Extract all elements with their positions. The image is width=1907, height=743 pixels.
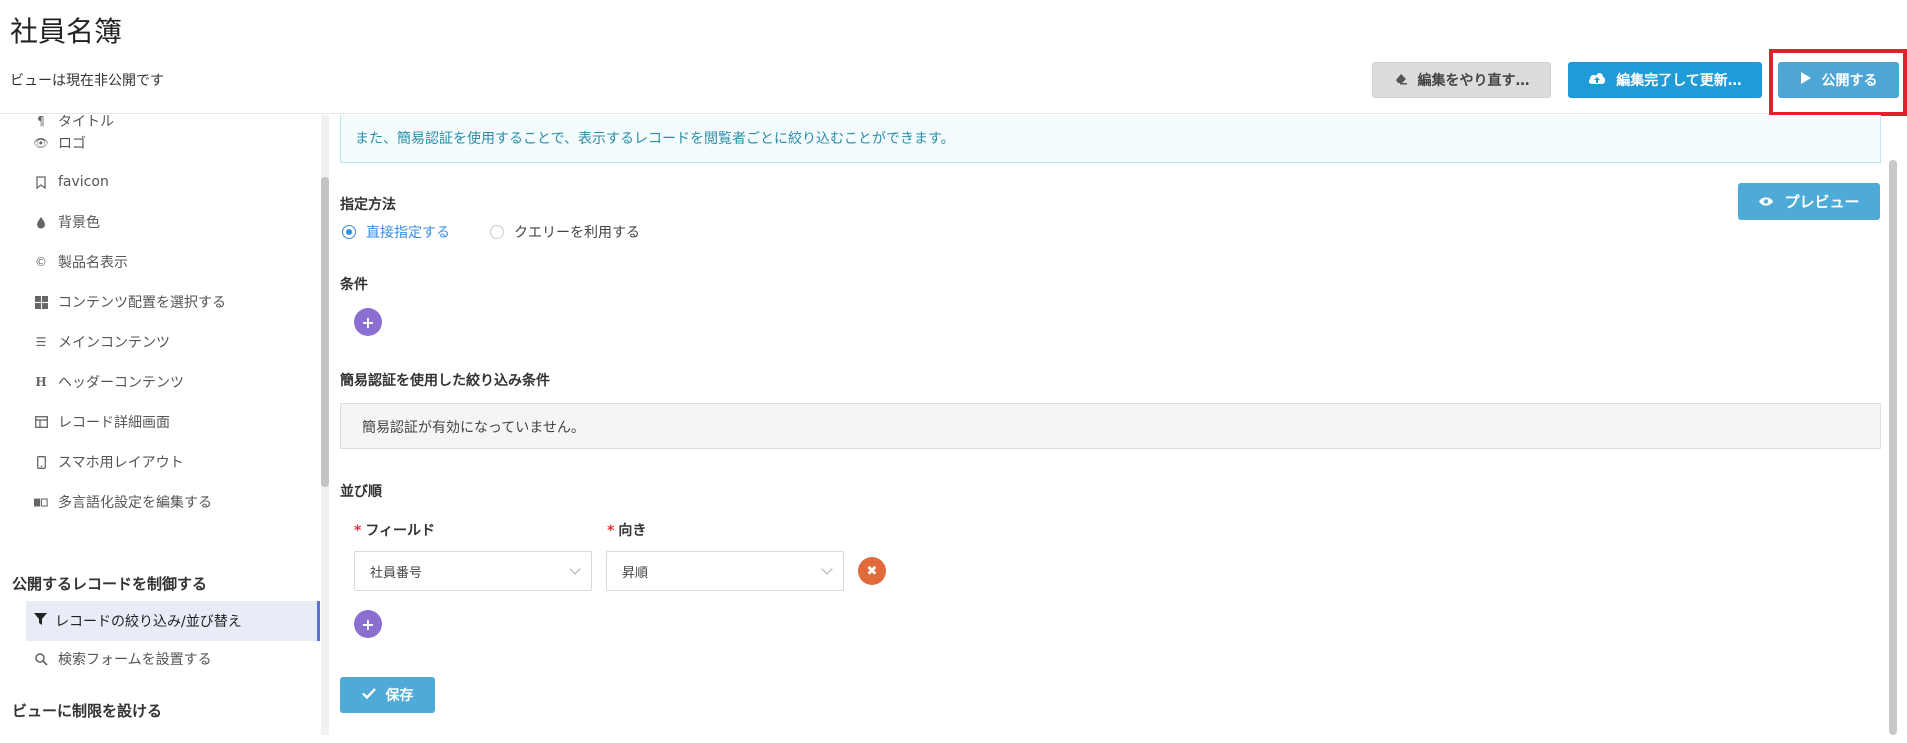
paragraph-icon: ¶	[37, 115, 45, 128]
mobile-icon	[34, 455, 48, 469]
list-icon: ☰	[35, 335, 47, 349]
sidebar-item-logo[interactable]: 👁 ロゴ	[33, 131, 86, 155]
eye-icon	[1758, 193, 1774, 211]
sidebar-item-product-name[interactable]: © 製品名表示	[34, 250, 128, 274]
sidebar-scroll-thumb[interactable]	[321, 177, 329, 487]
radio-direct-label[interactable]: 直接指定する	[366, 222, 450, 242]
copyright-icon: ©	[35, 255, 47, 269]
eye-icon: 👁	[33, 136, 49, 150]
auth-filter-label: 簡易認証を使用した絞り込み条件	[340, 373, 550, 389]
redo-edit-label: 編集をやり直す…	[1417, 73, 1530, 89]
check-icon	[361, 687, 376, 703]
sidebar-item-header-content[interactable]: H ヘッダーコンテンツ	[34, 370, 184, 394]
method-label: 指定方法	[340, 197, 396, 213]
highlight-box	[1769, 49, 1907, 116]
drop-icon	[34, 215, 48, 229]
sort-direction-select[interactable]: 昇順	[606, 551, 844, 591]
page-title: 社員名簿	[10, 15, 123, 48]
sidebar-scrollbar[interactable]	[321, 115, 329, 735]
add-sort-button[interactable]: +	[354, 610, 382, 638]
eraser-icon	[1394, 71, 1408, 89]
sidebar-item-multilingual[interactable]: 多言語化設定を編集する	[34, 490, 212, 514]
save-label: 保存	[385, 688, 414, 704]
sort-field-value: 社員番号	[370, 565, 423, 581]
sidebar-item-mobile-layout[interactable]: スマホ用レイアウト	[34, 450, 184, 474]
remove-sort-button[interactable]: ✖	[858, 557, 886, 585]
preview-button[interactable]: プレビュー	[1738, 183, 1880, 220]
main-scrollbar[interactable]	[1889, 160, 1897, 735]
finish-and-update-label: 編集完了して更新…	[1616, 73, 1742, 89]
required-mark: *	[354, 523, 362, 539]
bookmark-icon	[34, 175, 48, 189]
visibility-status: ビューは現在非公開です	[10, 73, 164, 89]
preview-label: プレビュー	[1784, 193, 1860, 211]
chevron-down-icon	[821, 563, 833, 575]
finish-and-update-button[interactable]: 編集完了して更新…	[1568, 62, 1762, 98]
sort-field-select[interactable]: 社員番号	[354, 551, 592, 591]
radio-query[interactable]	[490, 225, 504, 239]
method-radio-group: 直接指定する クエリーを利用する	[342, 222, 640, 242]
main-content: また、簡易認証を使用することで、表示するレコードを閲覧者ごとに絞り込むことができ…	[340, 115, 1885, 743]
sort-direction-value: 昇順	[622, 565, 649, 581]
sidebar-item-favicon[interactable]: favicon	[34, 170, 109, 194]
cloud-upload-icon	[1588, 71, 1606, 89]
section-restrict-view: ビューに制限を設ける	[12, 702, 163, 720]
section-publish-records: 公開するレコードを制御する	[12, 575, 208, 593]
radio-query-label[interactable]: クエリーを利用する	[514, 222, 640, 242]
condition-label: 条件	[340, 277, 368, 293]
filter-icon	[34, 612, 47, 630]
info-box: また、簡易認証を使用することで、表示するレコードを閲覧者ごとに絞り込むことができ…	[340, 115, 1881, 163]
required-mark: *	[607, 523, 615, 539]
radio-direct[interactable]	[342, 225, 356, 239]
language-icon	[34, 495, 48, 509]
field-label: * フィールド	[354, 523, 436, 539]
header: 社員名簿 ビューは現在非公開です 編集をやり直す… 編集完了して更新… 公開する	[0, 0, 1907, 116]
sidebar-item-main-content[interactable]: ☰ メインコンテンツ	[34, 330, 170, 354]
heading-icon: H	[35, 375, 47, 389]
chevron-down-icon	[569, 563, 581, 575]
redo-edit-button[interactable]: 編集をやり直す…	[1372, 62, 1551, 98]
search-icon	[34, 652, 48, 666]
main-scroll-thumb[interactable]	[1889, 160, 1897, 735]
direction-label: * 向き	[607, 523, 647, 539]
plus-icon: +	[361, 614, 375, 634]
add-condition-button[interactable]: +	[354, 308, 382, 336]
grid-icon	[34, 295, 48, 309]
auth-disabled-message: 簡易認証が有効になっていません。	[340, 403, 1881, 449]
sidebar-item-content-layout[interactable]: コンテンツ配置を選択する	[34, 290, 226, 314]
close-icon: ✖	[866, 563, 878, 579]
sidebar-item-record-filter-sort[interactable]: レコードの絞り込み/並び替え	[26, 601, 320, 641]
sidebar: ¶ タイトル 👁 ロゴ favicon 背景色 © 製品名表示 コンテンツ配置を…	[0, 115, 322, 743]
save-button[interactable]: 保存	[340, 677, 435, 713]
page: 社員名簿 ビューは現在非公開です 編集をやり直す… 編集完了して更新… 公開する…	[0, 0, 1907, 743]
sort-label: 並び順	[340, 484, 382, 500]
plus-icon: +	[361, 312, 375, 332]
sidebar-item-background-color[interactable]: 背景色	[34, 210, 100, 234]
sidebar-item-record-detail[interactable]: レコード詳細画面	[34, 410, 170, 434]
layout-icon	[34, 415, 48, 429]
sidebar-item-search-form[interactable]: 検索フォームを設置する	[34, 647, 212, 671]
